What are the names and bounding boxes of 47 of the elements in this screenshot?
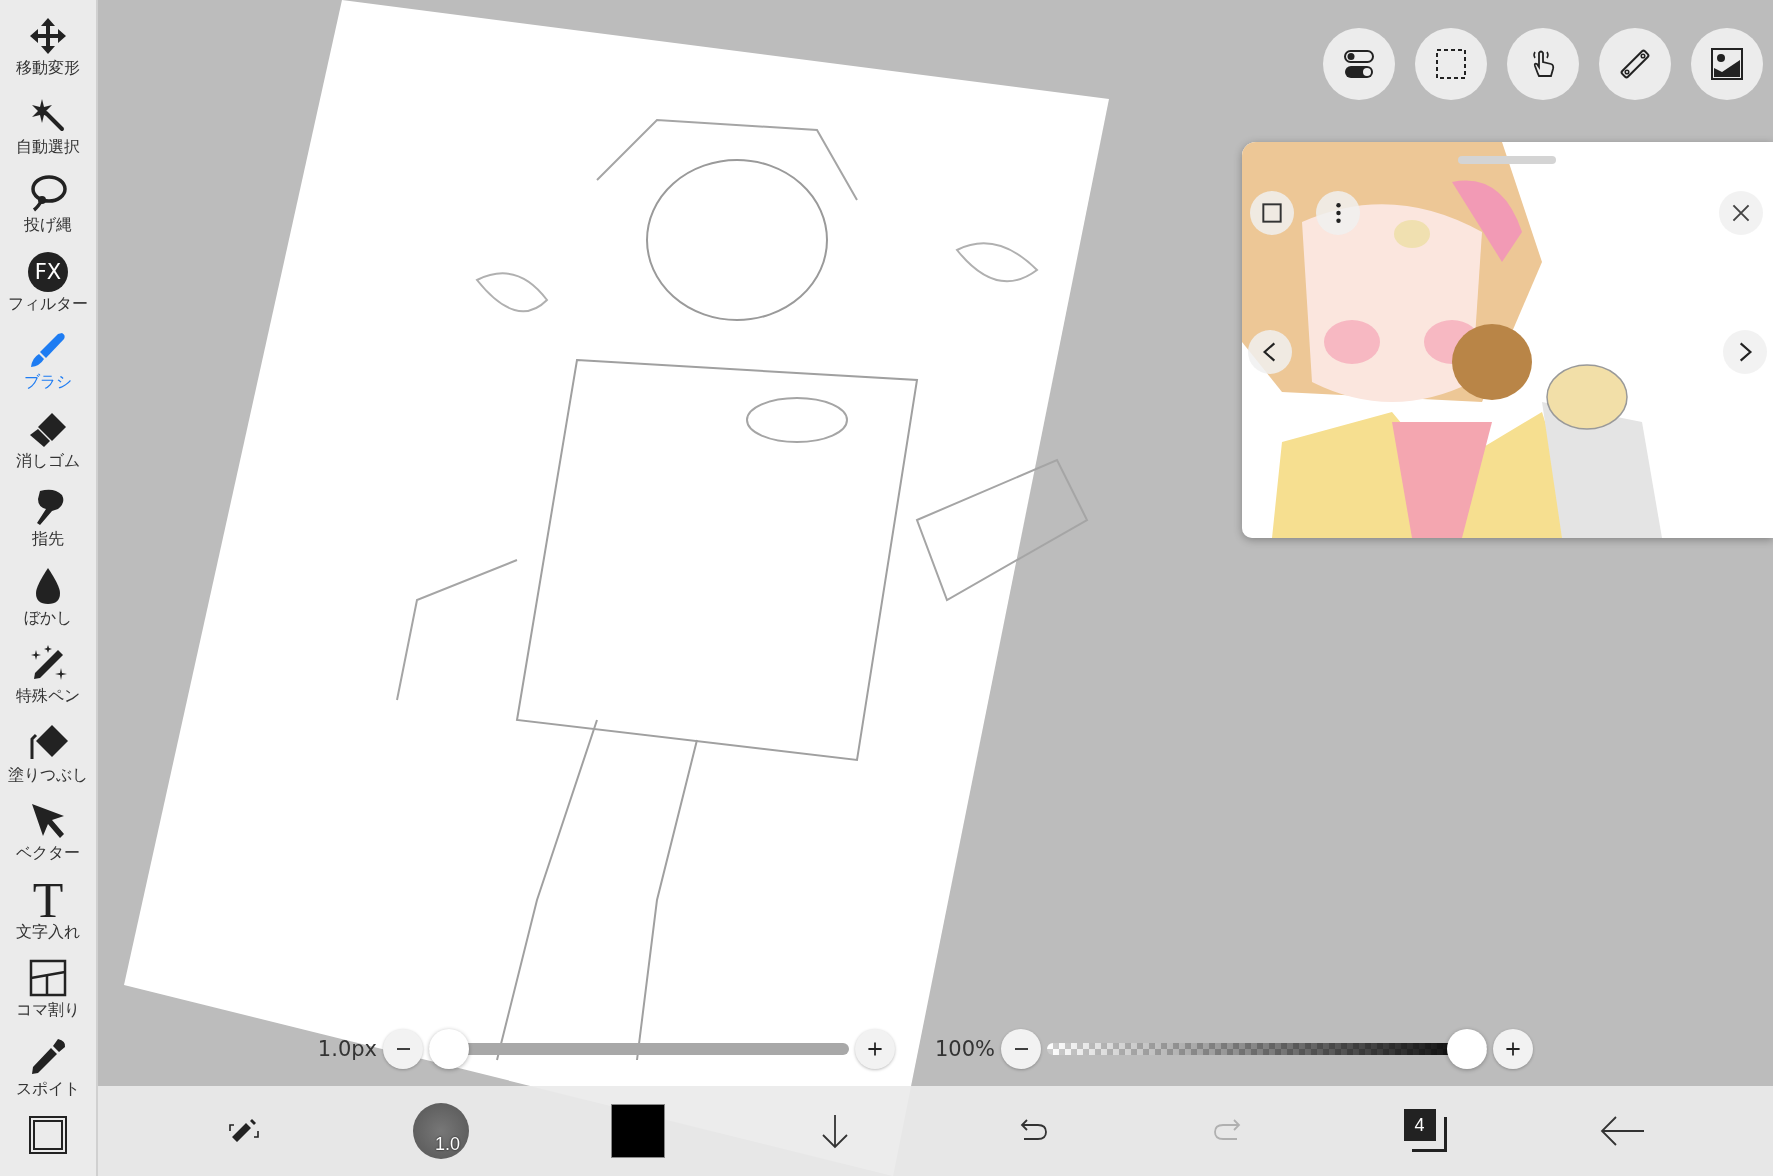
move-icon [28, 16, 68, 56]
brush-size-slider[interactable] [429, 1029, 849, 1069]
tool-item[interactable]: T 文字入れ [0, 863, 96, 942]
tool-item[interactable]: 投げ縄 [0, 157, 96, 236]
tool-item[interactable]: ベクター [0, 785, 96, 864]
brush-size-value: 1.0px [316, 1037, 377, 1061]
slider-thumb[interactable] [1447, 1029, 1487, 1069]
tool-item[interactable]: スポイト [0, 1020, 96, 1099]
opacity-value: 100% [933, 1037, 995, 1061]
tool-label: 文字入れ [16, 921, 80, 942]
text-icon: T [32, 879, 64, 920]
tool-item[interactable]: 消しゴム [0, 392, 96, 471]
minus-icon [396, 1048, 410, 1050]
more-icon [1335, 203, 1341, 223]
brush-preview[interactable]: 1.0 [412, 1103, 469, 1159]
filter-icon: FX [28, 251, 68, 292]
canvas-icon [28, 1115, 68, 1155]
tool-label: ブラシ [24, 372, 72, 392]
tool-label: ぼかし [24, 607, 72, 628]
tool-label: スポイト [16, 1078, 80, 1099]
opacity-slider[interactable] [1047, 1029, 1487, 1069]
tool-item[interactable]: 指先 [0, 471, 96, 550]
tool-label: 移動変形 [16, 58, 80, 78]
tool-label: コマ割り [16, 1000, 80, 1020]
square-icon [1259, 200, 1285, 226]
tool-label: 塗りつぶし [8, 764, 88, 785]
minus-icon [1014, 1048, 1028, 1050]
tool-label: 指先 [32, 529, 64, 549]
tool-item[interactable]: 移動変形 [0, 0, 96, 79]
tool-label: フィルター [8, 293, 88, 314]
tool-label: 投げ縄 [24, 215, 72, 235]
color-swatch[interactable] [610, 1104, 665, 1158]
tool-label: 特殊ペン [16, 686, 80, 706]
drag-handle[interactable] [1458, 156, 1556, 164]
increase-button[interactable] [1493, 1029, 1533, 1069]
tool-item[interactable]: ぼかし [0, 549, 96, 628]
tool-label: ベクター [16, 843, 80, 863]
tool-item[interactable]: 特殊ペン [0, 628, 96, 707]
tool-item[interactable]: FX フィルター [0, 235, 96, 314]
panel-icon [28, 958, 68, 998]
brush-icon [28, 330, 68, 370]
tool-label: 消しゴム [16, 450, 80, 471]
tool-item[interactable]: 塗りつぶし [0, 706, 96, 785]
tool-item[interactable]: コマ割り [0, 942, 96, 1021]
tool-item[interactable]: 自動選択 [0, 78, 96, 157]
tool-label: 自動選択 [16, 136, 80, 157]
lasso-icon [28, 173, 68, 213]
